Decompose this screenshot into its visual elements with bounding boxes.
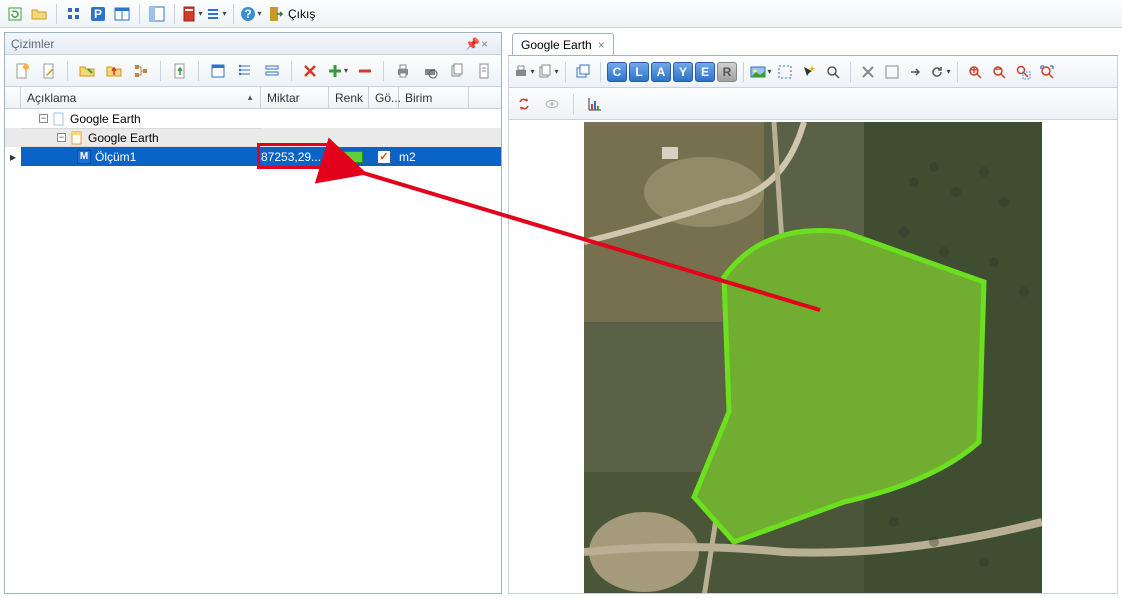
layer-e-button[interactable]: E	[695, 62, 715, 82]
map-viewport[interactable]	[508, 120, 1118, 594]
expander-icon[interactable]: −	[57, 133, 66, 142]
svg-text:?: ?	[245, 7, 252, 21]
map-panel: Google Earth × ▾ ▾ C L A Y E R ▾ ▾	[508, 32, 1118, 594]
sync-icon[interactable]	[513, 93, 535, 115]
columns-header: Açıklama▲ Miktar Renk Gö... Birim	[5, 87, 501, 109]
tab-google-earth[interactable]: Google Earth ×	[512, 33, 614, 55]
col-expander	[5, 87, 21, 108]
layout-icon[interactable]	[146, 3, 168, 25]
exit-button[interactable]: Çıkış	[264, 3, 319, 25]
tab-label: Google Earth	[521, 38, 592, 52]
props-icon[interactable]	[232, 59, 257, 83]
copy-icon[interactable]	[445, 59, 470, 83]
clear-icon[interactable]	[857, 61, 879, 83]
eye-icon[interactable]	[541, 93, 563, 115]
drawings-panel: Çizimler 📌 × ▾	[4, 32, 502, 594]
item-label: Ölçüm1	[95, 150, 136, 164]
tab-bar: Google Earth ×	[508, 32, 1118, 56]
zoom-out-icon[interactable]: −	[988, 61, 1010, 83]
grid-icon[interactable]	[63, 3, 85, 25]
zoom-in-icon[interactable]: +	[964, 61, 986, 83]
magnify-icon[interactable]	[822, 61, 844, 83]
layer-l-button[interactable]: L	[629, 62, 649, 82]
svg-text:−: −	[994, 64, 1001, 76]
new-doc-icon[interactable]	[9, 59, 34, 83]
measure-icon: M	[77, 150, 91, 164]
col-show[interactable]: Gö...	[369, 87, 399, 108]
open-folder-icon[interactable]	[28, 3, 50, 25]
forward-icon[interactable]	[905, 61, 927, 83]
zoom-fit-icon[interactable]	[1036, 61, 1058, 83]
drawings-toolbar: ▾	[5, 55, 501, 87]
app-toolbar: P ▾ ▾ ?▾ Çıkış	[0, 0, 1122, 28]
edit-icon[interactable]	[36, 59, 61, 83]
item-qty: 87253,29...	[261, 150, 321, 164]
svg-text:+: +	[970, 64, 977, 77]
door-exit-icon	[268, 6, 284, 22]
color-swatch[interactable]	[335, 151, 363, 163]
stack-icon[interactable]	[260, 59, 285, 83]
folder-out-icon[interactable]	[102, 59, 127, 83]
pointer-star-icon[interactable]	[798, 61, 820, 83]
refresh-icon[interactable]	[4, 3, 26, 25]
col-qty[interactable]: Miktar	[261, 87, 329, 108]
add-icon[interactable]: ▾	[325, 59, 350, 83]
page-icon	[52, 112, 66, 126]
group-label: Google Earth	[88, 131, 159, 145]
layer-r-button[interactable]: R	[717, 62, 737, 82]
structure-icon[interactable]	[129, 59, 154, 83]
tree-group-row[interactable]: − Google Earth	[5, 128, 501, 147]
print-preview-icon[interactable]	[417, 59, 442, 83]
delete-icon[interactable]	[298, 59, 323, 83]
close-panel-icon[interactable]: ×	[481, 37, 495, 51]
printer-icon[interactable]: ▾	[513, 61, 535, 83]
svg-text:P: P	[94, 7, 102, 21]
close-tab-icon[interactable]: ×	[598, 38, 605, 52]
map-toolbar: ▾ ▾ C L A Y E R ▾ ▾ + −	[508, 56, 1118, 88]
map-toolbar-2	[508, 88, 1118, 120]
item-unit: m2	[399, 150, 416, 164]
tree-root-row[interactable]: − Google Earth	[5, 109, 501, 128]
panel-title-bar: Çizimler 📌 ×	[5, 33, 501, 55]
panel-title-text: Çizimler	[11, 37, 54, 51]
layer-y-button[interactable]: Y	[673, 62, 693, 82]
layer-a-button[interactable]: A	[651, 62, 671, 82]
select-rect-icon[interactable]	[774, 61, 796, 83]
exit-label: Çıkış	[288, 7, 315, 21]
layer-c-button[interactable]: C	[607, 62, 627, 82]
reload-icon[interactable]: ▾	[929, 61, 951, 83]
image-icon[interactable]: ▾	[750, 61, 772, 83]
frame-icon[interactable]	[881, 61, 903, 83]
satellite-imagery	[584, 122, 1042, 594]
windows-icon[interactable]	[572, 61, 594, 83]
folder-open-icon[interactable]	[74, 59, 99, 83]
book-icon[interactable]: ▾	[181, 3, 203, 25]
folder-doc-icon	[70, 131, 84, 145]
col-unit[interactable]: Birim	[399, 87, 469, 108]
tree-item-row[interactable]: ▸ M Ölçüm1 87253,29... ✓ m2	[5, 147, 501, 166]
pin-icon[interactable]: 📌	[465, 37, 479, 51]
expander-icon[interactable]: −	[39, 114, 48, 123]
zoom-area-icon[interactable]	[1012, 61, 1034, 83]
workspace: Çizimler 📌 × ▾	[0, 28, 1122, 598]
visibility-checkbox[interactable]: ✓	[377, 150, 391, 164]
chart-icon[interactable]	[584, 93, 606, 115]
tree-body: − Google Earth − Google Earth ▸ M Ölçüm1	[5, 109, 501, 593]
doc-icon[interactable]	[472, 59, 497, 83]
window-icon[interactable]	[205, 59, 230, 83]
export-icon[interactable]	[167, 59, 192, 83]
table-icon[interactable]	[111, 3, 133, 25]
remove-icon[interactable]	[352, 59, 377, 83]
help-icon[interactable]: ?▾	[240, 3, 262, 25]
copy-icon[interactable]: ▾	[537, 61, 559, 83]
list-icon[interactable]: ▾	[205, 3, 227, 25]
col-desc[interactable]: Açıklama▲	[21, 87, 261, 108]
col-color[interactable]: Renk	[329, 87, 369, 108]
root-label: Google Earth	[70, 112, 141, 126]
p-icon[interactable]: P	[87, 3, 109, 25]
print-icon[interactable]	[390, 59, 415, 83]
